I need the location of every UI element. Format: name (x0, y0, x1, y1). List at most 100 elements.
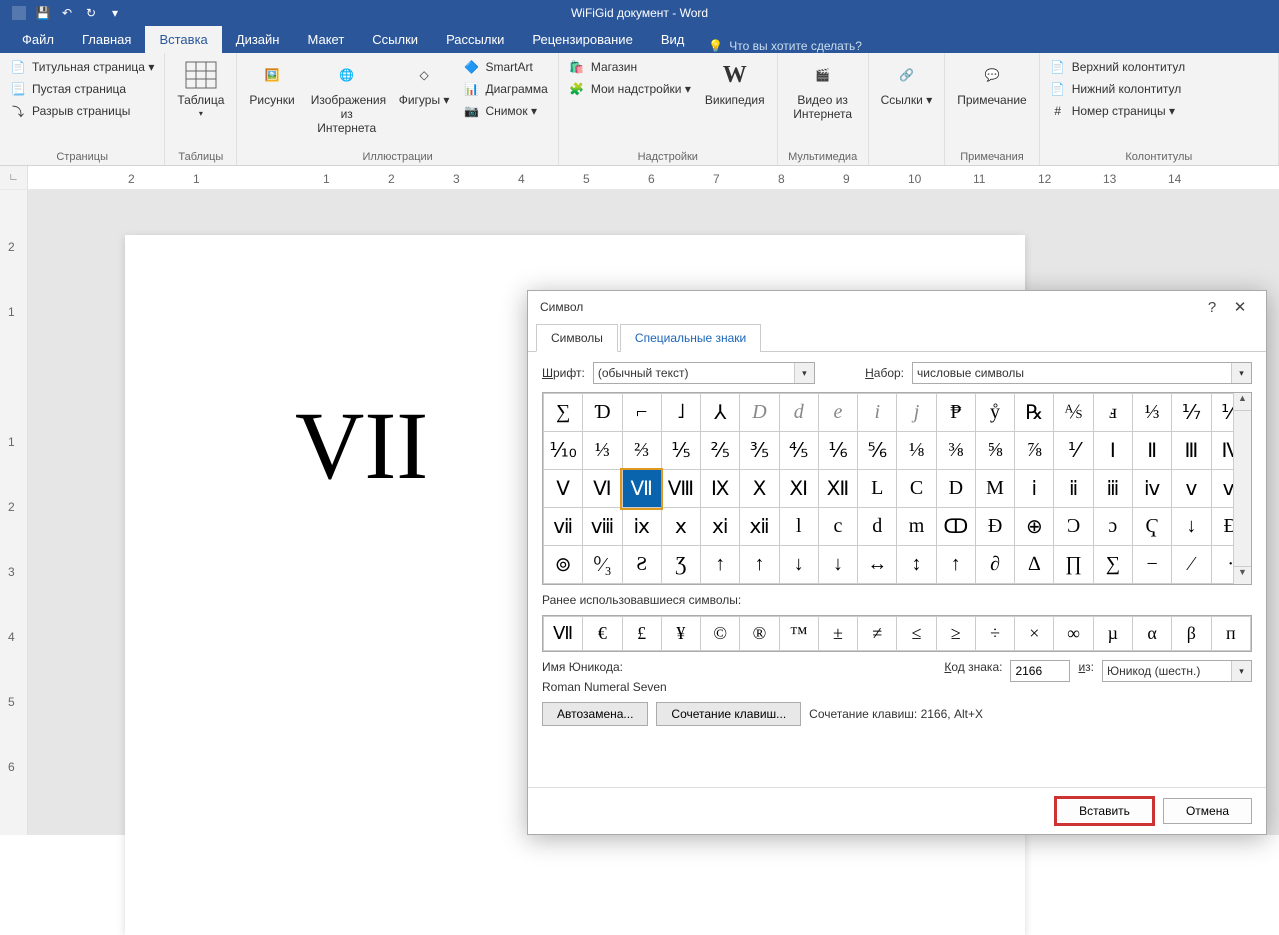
tab-view[interactable]: Вид (647, 26, 699, 53)
symbol-cell[interactable]: ⅎ (1093, 394, 1132, 432)
symbol-cell[interactable]: ↓ (779, 546, 818, 584)
recent-symbol-cell[interactable]: β (1172, 617, 1211, 651)
undo-icon[interactable]: ↶ (56, 2, 78, 24)
recent-symbol-cell[interactable]: ≠ (858, 617, 897, 651)
recent-symbol-cell[interactable]: α (1132, 617, 1171, 651)
document-content[interactable]: VII (295, 390, 428, 501)
symbol-cell[interactable]: ↑ (936, 546, 975, 584)
symbol-cell[interactable]: Ɔ (1054, 508, 1093, 546)
symbol-cell[interactable]: ⁰⁄₃ (583, 546, 622, 584)
symbol-cell[interactable]: ⅹ (661, 508, 700, 546)
symbol-cell[interactable]: ∕ (1172, 546, 1211, 584)
symbol-cell[interactable]: ⅳ (1132, 470, 1171, 508)
symbol-cell[interactable]: ɔ (1093, 508, 1132, 546)
from-combo[interactable]: Юникод (шестн.)▾ (1102, 660, 1252, 682)
symbol-cell[interactable]: Ⅻ (818, 470, 857, 508)
symbol-cell[interactable]: l (779, 508, 818, 546)
symbol-cell[interactable]: ⅄ (701, 394, 740, 432)
recent-symbol-cell[interactable]: ™ (779, 617, 818, 651)
symbol-cell[interactable]: ↓ (1172, 508, 1211, 546)
symbol-cell[interactable]: M (975, 470, 1014, 508)
recent-symbol-cell[interactable]: ÷ (975, 617, 1014, 651)
symbol-cell[interactable]: Ⅷ (661, 470, 700, 508)
symbol-cell[interactable]: ∏ (1054, 546, 1093, 584)
cover-page-button[interactable]: 📄Титульная страница ▾ (6, 57, 158, 77)
symbol-cell[interactable]: ⅖ (701, 432, 740, 470)
symbol-cell[interactable]: ∑ (544, 394, 583, 432)
symbol-cell[interactable]: ⅺ (701, 508, 740, 546)
autocorrect-button[interactable]: Автозамена... (542, 702, 648, 726)
shapes-button[interactable]: ◇Фигуры ▾ (393, 57, 456, 109)
symbol-cell[interactable]: D (740, 394, 779, 432)
symbol-cell[interactable]: Ð (975, 508, 1014, 546)
tab-design[interactable]: Дизайн (222, 26, 294, 53)
chart-button[interactable]: 📊Диаграмма (459, 79, 551, 99)
symbol-cell[interactable]: ₱ (936, 394, 975, 432)
symbol-cell[interactable]: − (1132, 546, 1171, 584)
symbol-cell[interactable]: e (818, 394, 857, 432)
symbol-cell[interactable]: ⅜ (936, 432, 975, 470)
symbol-cell[interactable]: ⅘ (779, 432, 818, 470)
symbol-cell[interactable]: Ƨ (622, 546, 661, 584)
page-break-button[interactable]: ⤵Разрыв страницы (6, 101, 158, 121)
symbol-cell[interactable]: Ⅱ (1132, 432, 1171, 470)
symbol-cell[interactable]: m (897, 508, 936, 546)
links-button[interactable]: 🔗Ссылки ▾ (875, 57, 939, 109)
scroll-down-icon[interactable]: ▼ (1234, 566, 1251, 584)
symbol-cell[interactable]: ∑ (1093, 546, 1132, 584)
symbol-cell[interactable]: d (779, 394, 818, 432)
grid-scrollbar[interactable]: ▲ ▼ (1233, 393, 1251, 584)
symbol-cell[interactable]: ⅝ (975, 432, 1014, 470)
symbol-cell[interactable]: ⅐ (1172, 394, 1211, 432)
symbol-cell[interactable]: ⅻ (740, 508, 779, 546)
tab-layout[interactable]: Макет (293, 26, 358, 53)
recent-symbol-cell[interactable]: © (701, 617, 740, 651)
online-video-button[interactable]: 🎬Видео из Интернета (784, 57, 862, 123)
store-button[interactable]: 🛍️Магазин (565, 57, 695, 77)
symbol-cell[interactable]: L (858, 470, 897, 508)
symbol-cell[interactable]: Ⅺ (779, 470, 818, 508)
char-code-input[interactable] (1010, 660, 1070, 682)
cancel-button[interactable]: Отмена (1163, 798, 1252, 824)
table-button[interactable]: Таблица▾ (171, 57, 230, 120)
horizontal-ruler[interactable]: 211234567891011121314 (28, 166, 1279, 189)
symbol-cell[interactable]: ↑ (701, 546, 740, 584)
scroll-up-icon[interactable]: ▲ (1234, 393, 1251, 411)
symbol-cell[interactable]: ⅍ (1054, 394, 1093, 432)
tab-references[interactable]: Ссылки (358, 26, 432, 53)
recent-symbol-cell[interactable]: ≥ (936, 617, 975, 651)
symbol-cell[interactable]: ⌐ (622, 394, 661, 432)
symbol-cell[interactable]: c (818, 508, 857, 546)
save-icon[interactable]: 💾 (32, 2, 54, 24)
symbol-cell[interactable]: ∆ (1015, 546, 1054, 584)
symbol-cell[interactable]: ˩ (661, 394, 700, 432)
symbol-cell[interactable]: Ⅸ (701, 470, 740, 508)
symbol-cell[interactable]: Ⅹ (740, 470, 779, 508)
page-number-button[interactable]: #Номер страницы ▾ (1046, 101, 1189, 121)
vertical-ruler[interactable]: 21123456 (0, 190, 28, 835)
tab-review[interactable]: Рецензирование (518, 26, 646, 53)
my-addins-button[interactable]: 🧩Мои надстройки ▾ (565, 79, 695, 99)
help-button[interactable]: ? (1198, 299, 1226, 316)
online-pictures-button[interactable]: 🌐Изображения из Интернета (305, 57, 389, 137)
font-combo[interactable]: (обычный текст)▾ (593, 362, 815, 384)
recent-symbol-cell[interactable]: ® (740, 617, 779, 651)
recent-symbol-cell[interactable]: п (1211, 617, 1250, 651)
symbol-cell[interactable]: ⅱ (1054, 470, 1093, 508)
symbol-cell[interactable]: Ⅲ (1172, 432, 1211, 470)
tell-me-search[interactable]: 💡 Что вы хотите сделать? (698, 39, 872, 53)
symbol-cell[interactable]: ⅒ (544, 432, 583, 470)
header-button[interactable]: 📄Верхний колонтитул (1046, 57, 1189, 77)
symbol-cell[interactable]: ↀ (936, 508, 975, 546)
recent-symbol-cell[interactable]: ∞ (1054, 617, 1093, 651)
symbol-cell[interactable]: ⅔ (622, 432, 661, 470)
symbol-cell[interactable]: ⅓ (1132, 394, 1171, 432)
symbol-cell[interactable]: i (858, 394, 897, 432)
recent-symbol-cell[interactable]: µ (1093, 617, 1132, 651)
symbol-cell[interactable]: ℞ (1015, 394, 1054, 432)
symbol-cell[interactable]: d (858, 508, 897, 546)
tab-mailings[interactable]: Рассылки (432, 26, 518, 53)
recent-symbol-cell[interactable]: ≤ (897, 617, 936, 651)
screenshot-button[interactable]: 📷Снимок ▾ (459, 101, 551, 121)
recent-symbol-cell[interactable]: € (583, 617, 622, 651)
